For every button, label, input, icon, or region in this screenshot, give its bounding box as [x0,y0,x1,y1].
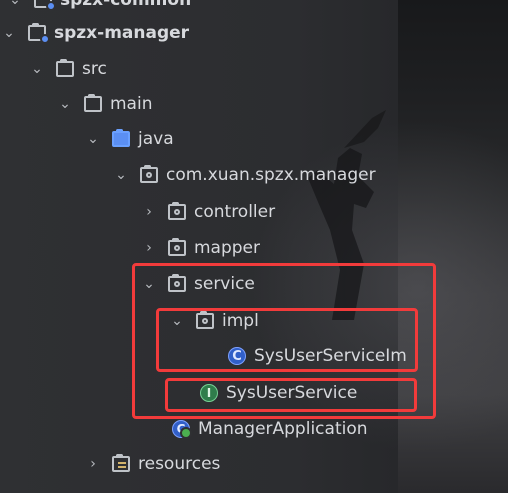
module-dot-icon [46,1,56,11]
package-icon [168,202,186,220]
module-folder-icon [28,23,50,44]
interface-icon: I [200,384,218,402]
resources-folder-icon [112,454,130,472]
tree-item-com-xuan-spzx-manager[interactable]: ⌄ com.xuan.spzx.manager [114,158,376,192]
tree-item-label: main [110,94,153,114]
tree-item-main[interactable]: ⌄ main [58,87,152,121]
tree-item-label: service [194,274,255,294]
module-dot-icon [40,34,50,44]
chevron-down-icon[interactable]: ⌄ [58,96,72,112]
chevron-down-icon[interactable]: ⌄ [114,167,128,183]
chevron-down-icon[interactable]: ⌄ [86,131,100,147]
tree-item-src[interactable]: ⌄ src [30,52,107,86]
tree-item-label: com.xuan.spzx.manager [166,165,376,185]
tree-item-spzx-common[interactable]: ⌄ spzx-common [8,0,191,17]
chevron-right-icon[interactable]: › [142,240,156,256]
tree-item-controller[interactable]: › controller [142,195,275,229]
folder-icon [56,59,74,77]
tree-item-label: java [138,129,174,149]
class-icon-letter: C [232,348,242,364]
application-icon-letter: C [176,422,186,436]
package-icon [168,238,186,256]
package-icon [168,274,186,292]
tree-item-impl[interactable]: ⌄ impl [170,304,259,338]
module-folder-icon [34,0,56,11]
file-tree: ⌄ spzx-common ⌄ spzx-manager ⌄ src ⌄ mai… [0,0,508,493]
tree-item-label: SysUserService [226,383,358,403]
chevron-right-icon[interactable]: › [142,204,156,220]
chevron-down-icon[interactable]: ⌄ [8,0,22,8]
tree-item-java[interactable]: ⌄ java [86,122,174,156]
application-class-icon: C [172,420,192,439]
chevron-down-icon[interactable]: ⌄ [142,276,156,292]
folder-icon [84,94,102,112]
tree-item-mapper[interactable]: › mapper [142,231,260,265]
tree-item-managerapplication[interactable]: C ManagerApplication [172,412,368,446]
tree-item-label: impl [222,311,259,331]
tree-item-spzx-manager[interactable]: ⌄ spzx-manager [2,16,189,50]
project-tree-panel: ⌄ spzx-common ⌄ spzx-manager ⌄ src ⌄ mai… [0,0,508,493]
tree-item-label: ManagerApplication [198,419,368,439]
chevron-right-icon[interactable]: › [86,456,100,472]
chevron-down-icon[interactable]: ⌄ [30,61,44,77]
chevron-down-icon[interactable]: ⌄ [170,313,184,329]
tree-item-resources[interactable]: › resources [86,447,220,481]
tree-item-label: controller [194,202,276,222]
package-icon [196,311,214,329]
tree-item-label: src [82,59,107,79]
tree-item-label: SysUserServiceIm [254,346,407,366]
tree-item-label: spzx-common [60,0,192,10]
tree-item-label: resources [138,454,221,474]
interface-icon-letter: I [206,386,212,400]
tree-item-sysuserserviceimpl[interactable]: C SysUserServiceIm [228,339,407,373]
package-icon [140,165,158,183]
source-folder-icon [112,129,130,147]
class-icon: C [228,347,246,365]
tree-item-label: spzx-manager [54,23,190,43]
tree-item-service[interactable]: ⌄ service [142,267,255,301]
tree-item-label: mapper [194,238,261,258]
chevron-down-icon[interactable]: ⌄ [2,25,16,41]
tree-item-sysuserservice[interactable]: I SysUserService [200,376,357,410]
